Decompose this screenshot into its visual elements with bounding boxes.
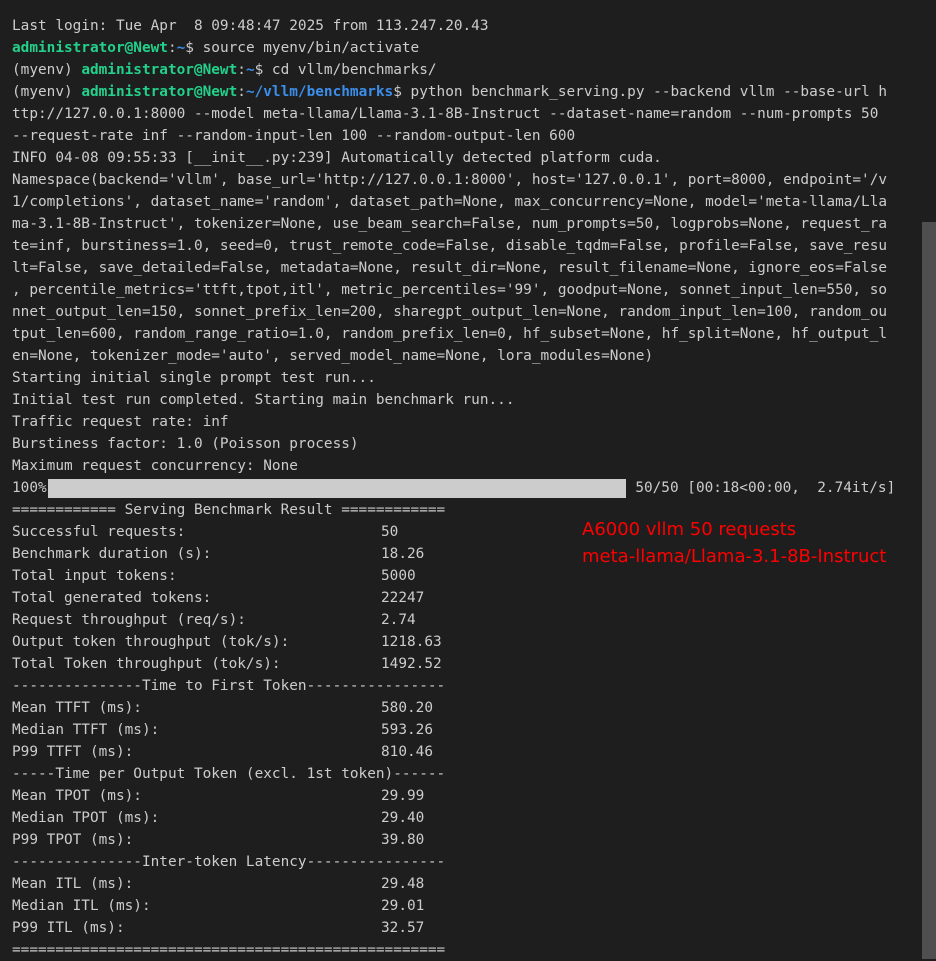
- result-value: 22247: [381, 590, 425, 606]
- env-prefix: (myenv): [12, 62, 82, 78]
- prompt-command: $ python benchmark_serving.py --backend …: [393, 84, 888, 100]
- result-label: Median ITL (ms):: [12, 898, 151, 914]
- result-row: Median TPOT (ms): 29.40: [12, 807, 922, 829]
- status-line: Maximum request concurrency: None: [12, 458, 298, 474]
- progress-line: 100% 50/50 [00:18<00:00, 2.74it/s]: [12, 477, 922, 499]
- progress-stats: 50/50 [00:18<00:00, 2.74it/s]: [626, 480, 896, 496]
- result-value: 810.46: [381, 744, 433, 760]
- result-row: Request throughput (req/s): 2.74: [12, 609, 922, 631]
- prompt-sep: :: [167, 40, 177, 56]
- result-value: 1218.63: [381, 634, 442, 650]
- progress-bar-fill: [48, 478, 625, 498]
- result-row: P99 TTFT (ms): 810.46: [12, 741, 922, 763]
- prompt-path: ~: [245, 62, 255, 78]
- result-row: P99 TPOT (ms): 39.80: [12, 829, 922, 851]
- namespace-line: nnet_output_len=150, sonnet_prefix_len=2…: [12, 304, 888, 320]
- result-value: 29.99: [381, 788, 425, 804]
- result-label: Output token throughput (tok/s):: [12, 634, 290, 650]
- status-line: Initial test run completed. Starting mai…: [12, 392, 515, 408]
- result-label: P99 TPOT (ms):: [12, 832, 134, 848]
- result-label: Request throughput (req/s):: [12, 612, 246, 628]
- result-value: 18.26: [381, 546, 425, 562]
- prompt-path: ~/vllm/benchmarks: [245, 84, 394, 100]
- result-row: Median TTFT (ms): 593.26: [12, 719, 922, 741]
- ttft-rows: Mean TTFT (ms): 580.20 Median TTFT (ms): 59…: [12, 697, 922, 763]
- prompt-user: administrator@Newt: [81, 84, 238, 100]
- prompt-line: administrator@Newt:~$ source myenv/bin/a…: [12, 37, 922, 59]
- prompt-sep: :: [237, 84, 246, 100]
- result-row: Output token throughput (tok/s): 1218.63: [12, 631, 922, 653]
- last-login-line: Last login: Tue Apr 8 09:48:47 2025 from…: [12, 18, 489, 34]
- prompt-user: administrator@Newt: [81, 62, 238, 78]
- result-label: Total Token throughput (tok/s):: [12, 656, 281, 672]
- namespace-line: en=None, tokenizer_mode='auto', served_m…: [12, 348, 654, 364]
- result-value: 29.48: [381, 876, 425, 892]
- result-label: Mean TTFT (ms):: [12, 700, 142, 716]
- result-label: Mean ITL (ms):: [12, 876, 134, 892]
- result-label: P99 ITL (ms):: [12, 920, 125, 936]
- result-label: Median TTFT (ms):: [12, 722, 160, 738]
- command-wrap-line: --request-rate inf --random-input-len 10…: [12, 128, 576, 144]
- result-label: Successful requests:: [12, 524, 186, 540]
- prompt-sep: :: [237, 62, 246, 78]
- namespace-line: , percentile_metrics='ttft,tpot,itl', me…: [12, 282, 888, 298]
- tpot-header: -----Time per Output Token (excl. 1st to…: [12, 766, 446, 782]
- status-line: Starting initial single prompt test run.…: [12, 370, 376, 386]
- result-row: Total generated tokens: 22247: [12, 587, 922, 609]
- result-value: 593.26: [381, 722, 433, 738]
- tpot-rows: Mean TPOT (ms): 29.99 Median TPOT (ms): 29.…: [12, 785, 922, 851]
- itl-header: ---------------Inter-token Latency------…: [12, 854, 446, 870]
- info-line: INFO 04-08 09:55:33 [__init__.py:239] Au…: [12, 150, 662, 166]
- result-value: 39.80: [381, 832, 425, 848]
- namespace-line: lt=False, save_detailed=False, metadata=…: [12, 260, 888, 276]
- command-wrap-line: ttp://127.0.0.1:8000 --model meta-llama/…: [12, 106, 879, 122]
- annotation-line: A6000 vllm 50 requests: [582, 519, 797, 540]
- result-row: Median ITL (ms): 29.01: [12, 895, 922, 917]
- annotation-text: A6000 vllm 50 requests meta-llama/Llama-…: [582, 516, 886, 570]
- result-value: 1492.52: [381, 656, 442, 672]
- footer-line: ========================================…: [12, 942, 446, 958]
- status-line: Traffic request rate: inf: [12, 414, 229, 430]
- prompt-path: ~: [176, 40, 186, 56]
- result-row: Total Token throughput (tok/s): 1492.52: [12, 653, 922, 675]
- result-label: Total generated tokens:: [12, 590, 212, 606]
- scrollbar[interactable]: [922, 222, 936, 959]
- namespace-line: tput_len=600, random_range_ratio=1.0, ra…: [12, 326, 888, 342]
- result-row: Mean TTFT (ms): 580.20: [12, 697, 922, 719]
- result-label: Benchmark duration (s):: [12, 546, 212, 562]
- prompt-line: (myenv) administrator@Newt:~/vllm/benchm…: [12, 81, 922, 103]
- result-value: 2.74: [381, 612, 416, 628]
- status-line: Burstiness factor: 1.0 (Poisson process): [12, 436, 359, 452]
- progress-bar: [47, 478, 626, 498]
- result-label: Total input tokens:: [12, 568, 177, 584]
- result-row: Mean ITL (ms): 29.48: [12, 873, 922, 895]
- env-prefix: (myenv): [12, 84, 82, 100]
- prompt-command: $ cd vllm/benchmarks/: [254, 62, 437, 78]
- result-value: 50: [381, 524, 399, 540]
- result-row: P99 ITL (ms): 32.57: [12, 917, 922, 939]
- itl-rows: Mean ITL (ms): 29.48 Median ITL (ms): 29.01…: [12, 873, 922, 939]
- result-value: 5000: [381, 568, 416, 584]
- ttft-header: ---------------Time to First Token------…: [12, 678, 446, 694]
- progress-percent: 100%: [12, 480, 47, 496]
- namespace-line: 1/completions', dataset_name='random', d…: [12, 194, 888, 210]
- result-value: 29.01: [381, 898, 425, 914]
- result-label: Median TPOT (ms):: [12, 810, 160, 826]
- result-value: 580.20: [381, 700, 433, 716]
- prompt-user: administrator@Newt: [12, 40, 168, 56]
- namespace-line: te=inf, burstiness=1.0, seed=0, trust_re…: [12, 238, 888, 254]
- namespace-line: Namespace(backend='vllm', base_url='http…: [12, 172, 888, 188]
- result-label: P99 TTFT (ms):: [12, 744, 134, 760]
- prompt-command: $ source myenv/bin/activate: [185, 40, 420, 56]
- prompt-line: (myenv) administrator@Newt:~$ cd vllm/be…: [12, 59, 922, 81]
- result-value: 32.57: [381, 920, 425, 936]
- result-label: Mean TPOT (ms):: [12, 788, 142, 804]
- terminal-output[interactable]: Last login: Tue Apr 8 09:48:47 2025 from…: [12, 15, 922, 961]
- result-row: Mean TPOT (ms): 29.99: [12, 785, 922, 807]
- result-value: 29.40: [381, 810, 425, 826]
- annotation-line: meta-llama/Llama-3.1-8B-Instruct: [582, 546, 887, 567]
- namespace-line: ma-3.1-8B-Instruct', tokenizer=None, use…: [12, 216, 888, 232]
